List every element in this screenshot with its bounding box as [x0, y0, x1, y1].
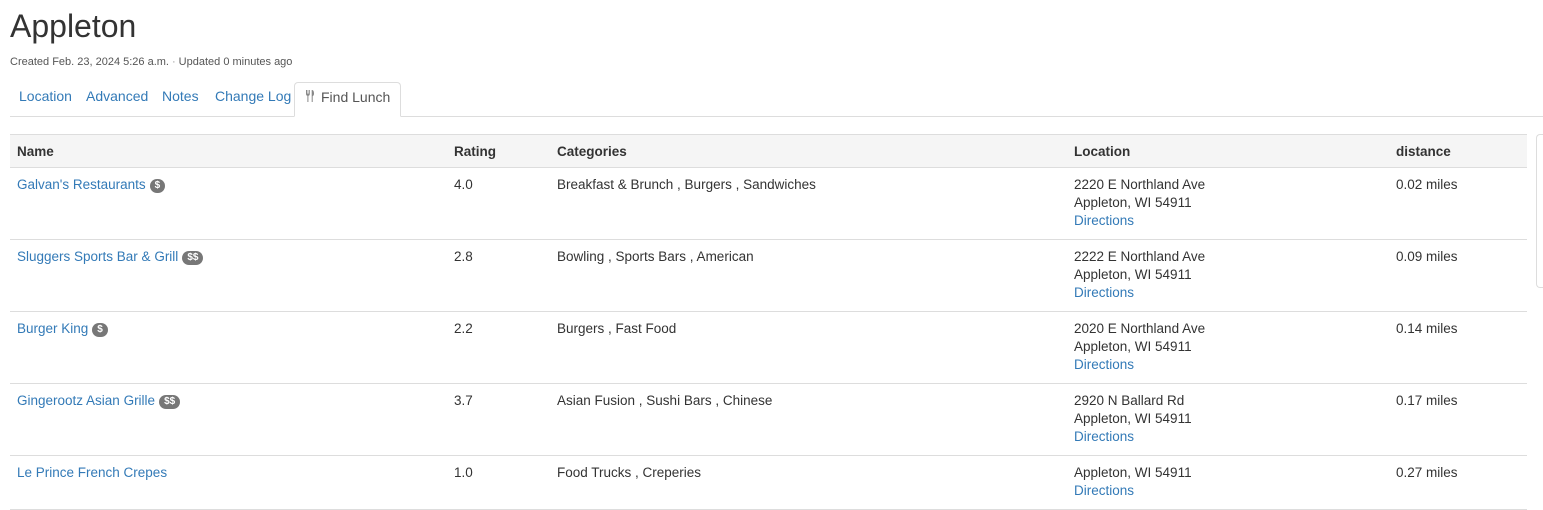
cell-location: 2222 E Northland Ave Appleton, WI 54911 Di…	[1067, 239, 1389, 312]
cell-rating: 2.2	[447, 311, 550, 384]
address-line-2: Appleton, WI 54911	[1074, 339, 1192, 354]
table-header-row: Name Rating Categories Location distance	[10, 134, 1527, 168]
cell-categories: Food Trucks , Creperies	[550, 455, 1067, 510]
column-header-location[interactable]: Location	[1067, 134, 1389, 168]
cell-location: 2920 N Ballard Rd Appleton, WI 54911 Direc…	[1067, 383, 1389, 456]
address-line-1: 2222 E Northland Ave	[1074, 249, 1206, 264]
address-line-2: Appleton, WI 54911	[1074, 267, 1192, 282]
tab-notes[interactable]: Notes	[153, 82, 208, 115]
address-line-1: 2020 E Northland Ave	[1074, 321, 1206, 336]
cell-location: 2020 E Northland Ave Appleton, WI 54911 Di…	[1067, 311, 1389, 384]
table-row: Le Prince French Crepes 1.0 Food Trucks …	[10, 455, 1527, 510]
restaurant-link[interactable]: Galvan's Restaurants	[17, 177, 146, 192]
table-row: Sluggers Sports Bar & Grill $$ 2.8 Bowlin…	[10, 239, 1527, 312]
table-row: Gingerootz Asian Grille $$ 3.7 Asian Fusi…	[10, 383, 1527, 456]
cell-name: Sluggers Sports Bar & Grill $$	[10, 239, 447, 312]
tab-change-log[interactable]: Change Log	[206, 82, 300, 115]
cell-rating: 2.8	[447, 239, 550, 312]
directions-link[interactable]: Directions	[1074, 483, 1134, 498]
tab-advanced[interactable]: Advanced	[77, 82, 157, 115]
column-header-distance[interactable]: distance	[1389, 134, 1527, 168]
directions-link[interactable]: Directions	[1074, 429, 1134, 444]
cell-categories: Burgers , Fast Food	[550, 311, 1067, 384]
price-badge: $	[149, 179, 166, 193]
meta-separator: ·	[172, 56, 176, 68]
cell-categories: Bowling , Sports Bars , American	[550, 239, 1067, 312]
column-header-name[interactable]: Name	[10, 134, 447, 168]
directions-link[interactable]: Directions	[1074, 213, 1134, 228]
meta-line: Created Feb. 23, 2024 5:26 a.m. · Updated …	[10, 56, 292, 68]
tab-location[interactable]: Location	[10, 82, 81, 115]
cell-distance: 0.14 miles	[1389, 311, 1527, 384]
tab-find-lunch[interactable]: Find Lunch	[294, 82, 402, 117]
cell-location: 2220 E Northland Ave Appleton, WI 54911 Di…	[1067, 167, 1389, 240]
cell-rating: 1.0	[447, 455, 550, 510]
column-header-rating[interactable]: Rating	[447, 134, 550, 168]
cell-name: Gingerootz Asian Grille $$	[10, 383, 447, 456]
restaurant-link[interactable]: Burger King	[17, 321, 88, 336]
cell-distance: 0.17 miles	[1389, 383, 1527, 456]
cell-categories: Asian Fusion , Sushi Bars , Chinese	[550, 383, 1067, 456]
address-line-2: Appleton, WI 54911	[1074, 195, 1192, 210]
cell-name: Le Prince French Crepes	[10, 455, 447, 510]
cell-rating: 4.0	[447, 167, 550, 240]
page-title: Appleton	[10, 8, 137, 44]
restaurant-link[interactable]: Le Prince French Crepes	[17, 465, 167, 480]
tab-bar: Location Advanced Notes Change Log Find …	[10, 82, 1543, 117]
directions-link[interactable]: Directions	[1074, 285, 1134, 300]
cell-distance: 0.02 miles	[1389, 167, 1527, 240]
address-line-1: 2220 E Northland Ave	[1074, 177, 1206, 192]
created-timestamp: Created Feb. 23, 2024 5:26 a.m.	[10, 56, 169, 68]
utensils-icon	[305, 84, 317, 113]
tab-find-lunch-label: Find Lunch	[321, 89, 391, 105]
restaurants-table: Name Rating Categories Location distance…	[10, 134, 1527, 510]
cell-distance: 0.27 miles	[1389, 455, 1527, 510]
price-badge: $$	[159, 395, 181, 409]
updated-timestamp: Updated 0 minutes ago	[178, 56, 293, 68]
price-badge: $$	[182, 251, 204, 265]
cell-rating: 3.7	[447, 383, 550, 456]
column-header-categories[interactable]: Categories	[550, 134, 1067, 168]
side-panel-edge[interactable]	[1536, 134, 1543, 288]
restaurant-link[interactable]: Gingerootz Asian Grille	[17, 393, 155, 408]
address-line-1: 2920 N Ballard Rd	[1074, 393, 1185, 408]
cell-name: Galvan's Restaurants $	[10, 167, 447, 240]
price-badge: $	[92, 323, 108, 337]
directions-link[interactable]: Directions	[1074, 357, 1134, 372]
cell-name: Burger King $	[10, 311, 447, 384]
address-line-2: Appleton, WI 54911	[1074, 465, 1192, 480]
cell-categories: Breakfast & Brunch , Burgers , Sandwiche…	[550, 167, 1067, 240]
table-row: Galvan's Restaurants $ 4.0 Breakfast & Br…	[10, 167, 1527, 240]
cell-distance: 0.09 miles	[1389, 239, 1527, 312]
restaurant-link[interactable]: Sluggers Sports Bar & Grill	[17, 249, 178, 264]
table-row: Burger King $ 2.2 Burgers , Fast Food 202…	[10, 311, 1527, 384]
cell-location: Appleton, WI 54911 Directions	[1067, 455, 1389, 510]
address-line-2: Appleton, WI 54911	[1074, 411, 1192, 426]
